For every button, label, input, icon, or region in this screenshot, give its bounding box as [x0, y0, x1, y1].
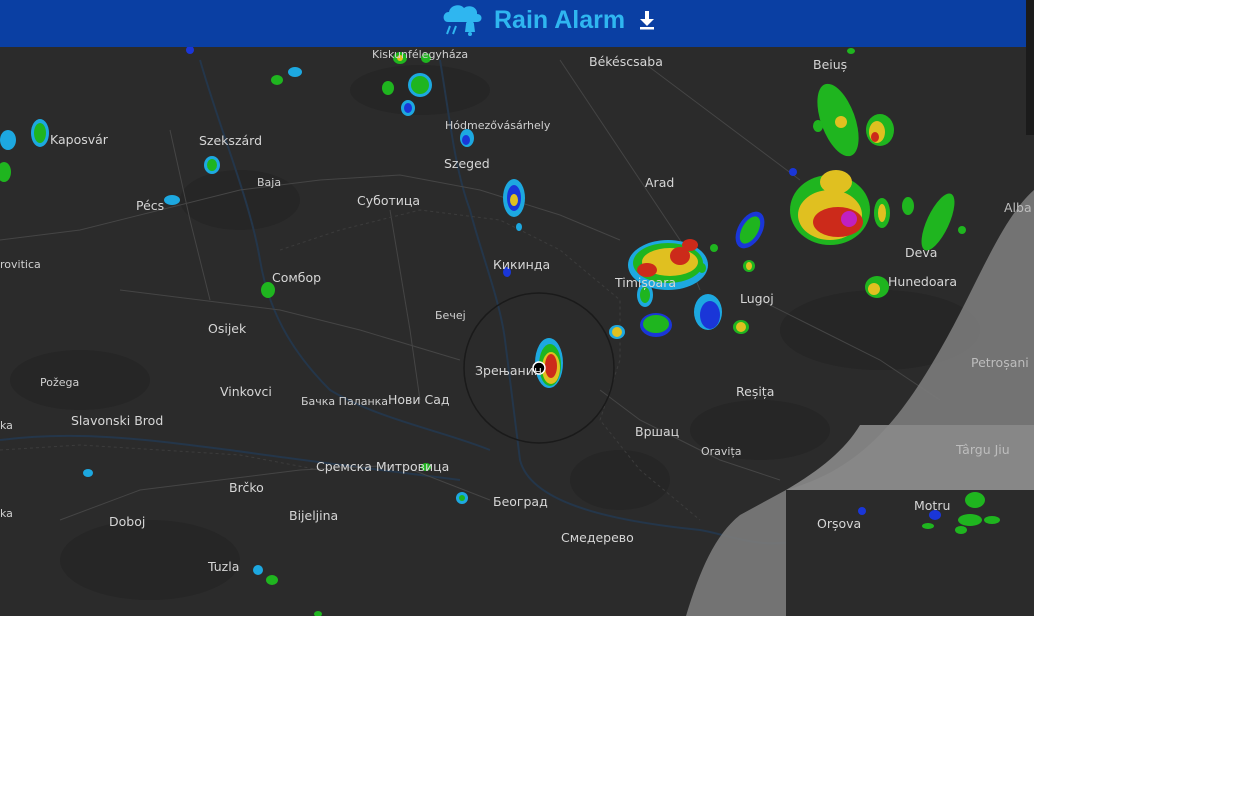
rain-cell: [871, 132, 879, 142]
label-hunedoara: Hunedoara: [888, 274, 957, 289]
label-pecs: Pécs: [136, 198, 164, 213]
rain-cell: [958, 226, 966, 234]
rain-cell: [253, 565, 263, 575]
rain-cell: [545, 354, 557, 378]
rain-cell: [698, 263, 706, 273]
label-tuzla: Tuzla: [207, 559, 239, 574]
rain-cell: [207, 159, 217, 171]
label-hodmezovasarhely: Hódmezővásárhely: [445, 119, 551, 132]
rain-cell: [700, 301, 720, 329]
radar-map[interactable]: Kiskunfélegyháza Békéscsaba Beiuș Kaposv…: [0, 0, 1034, 616]
rain-cell: [847, 48, 855, 54]
cloud-rain-bell-icon: [440, 2, 484, 38]
rain-cell: [411, 76, 429, 94]
label-baja: Baja: [257, 176, 281, 189]
label-doboj: Doboj: [109, 514, 145, 529]
label-szekszard: Szekszárd: [199, 133, 262, 148]
rain-cell: [710, 244, 718, 252]
rain-cell: [955, 526, 967, 534]
label-osijek: Osijek: [208, 321, 247, 336]
label-becej: Бечеј: [435, 309, 466, 322]
label-pozega: Požega: [40, 376, 79, 389]
rain-cell: [746, 262, 752, 270]
rain-cell: [404, 103, 412, 113]
label-backa-palanka: Бачка Паланка: [301, 395, 388, 408]
label-smederevo: Смедерево: [561, 530, 634, 545]
rain-cell: [34, 123, 46, 143]
rain-cell: [266, 575, 278, 585]
rain-cell: [878, 204, 886, 222]
label-petrosani: Petroșani: [971, 355, 1029, 370]
label-ka-1: ka: [0, 419, 13, 432]
app-header: Rain Alarm: [0, 0, 1026, 47]
label-alba: Alba: [1004, 200, 1032, 215]
rain-cell: [736, 322, 746, 332]
label-lugoj: Lugoj: [740, 291, 774, 306]
rain-cell: [83, 469, 93, 477]
label-arad: Arad: [645, 175, 674, 190]
rain-cell: [965, 492, 985, 508]
rain-cell: [868, 283, 880, 295]
label-motru: Motru: [914, 498, 950, 513]
map-lower-right-area: [786, 490, 1034, 616]
label-deva: Deva: [905, 245, 937, 260]
rain-cell: [516, 223, 522, 231]
label-kikinda: Кикинда: [493, 257, 550, 272]
rain-cell: [288, 67, 302, 77]
header-brand: Rain Alarm: [440, 0, 657, 40]
label-szeged: Szeged: [444, 156, 490, 171]
label-targu-jiu: Târgu Jiu: [955, 442, 1010, 457]
rain-cell: [186, 46, 194, 54]
rain-cell: [902, 197, 914, 215]
rain-cell: [510, 194, 518, 206]
label-resita: Reșița: [736, 384, 774, 399]
rain-cell: [459, 495, 465, 501]
rain-cell: [612, 327, 622, 337]
label-bekescsaba: Békéscsaba: [589, 54, 663, 69]
download-icon[interactable]: [637, 9, 657, 31]
label-beograd: Београд: [493, 494, 548, 509]
rain-cell: [0, 130, 16, 150]
label-subotica: Суботица: [357, 193, 420, 208]
label-bijeljina: Bijeljina: [289, 508, 338, 523]
label-brcko: Brčko: [229, 480, 264, 495]
rain-alarm-app: Kiskunfélegyháza Békéscsaba Beiuș Kaposv…: [0, 0, 1034, 616]
label-timisoara: Timișoara: [614, 275, 676, 290]
rain-cell: [835, 116, 847, 128]
rain-cell: [841, 211, 857, 227]
label-kiskunfelegyhaza: Kiskunfélegyháza: [372, 48, 468, 61]
rain-cell: [984, 516, 1000, 524]
rain-cell: [813, 120, 823, 132]
label-virovitica: rovitica: [0, 258, 41, 271]
label-ka-2: ka: [0, 507, 13, 520]
label-oravita: Oravița: [701, 445, 742, 458]
rain-cell: [958, 514, 982, 526]
label-beius: Beiuș: [813, 57, 847, 72]
rain-cell: [820, 170, 852, 194]
label-vrsac: Вршац: [635, 424, 679, 439]
rain-cell: [643, 315, 669, 333]
rain-cell: [922, 523, 934, 529]
label-vinkovci: Vinkovci: [220, 384, 272, 399]
rain-cell: [682, 239, 698, 251]
app-title: Rain Alarm: [494, 5, 626, 34]
rain-cell: [789, 168, 797, 176]
label-sremska-mitrovica: Сремска Митровица: [316, 459, 449, 474]
label-orsova: Orșova: [817, 516, 861, 531]
label-kaposvar: Kaposvár: [50, 132, 109, 147]
header-edge: [1026, 0, 1034, 135]
label-sombor: Сомбор: [272, 270, 321, 285]
label-novi-sad: Нови Сад: [388, 392, 450, 407]
rain-cell: [382, 81, 394, 95]
rain-cell: [271, 75, 283, 85]
rain-cell: [858, 507, 866, 515]
rain-cell: [164, 195, 180, 205]
label-zrenjanin: Зрењанин: [475, 363, 542, 378]
rain-cell: [462, 135, 470, 145]
label-slavonski-brod: Slavonski Brod: [71, 413, 163, 428]
